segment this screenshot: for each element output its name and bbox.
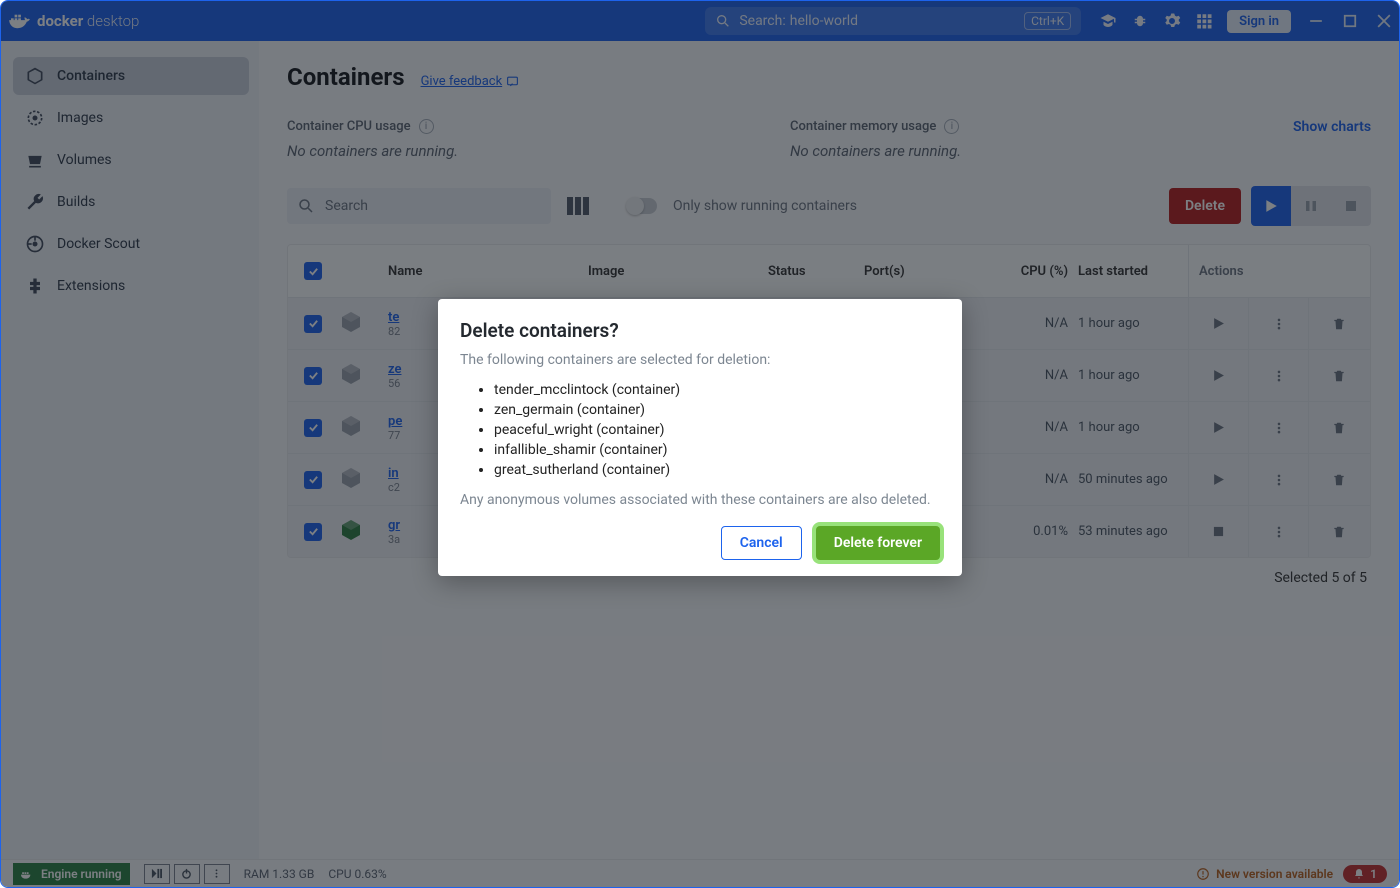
- modal-list-item: infallible_shamir (container): [494, 440, 940, 460]
- delete-forever-button[interactable]: Delete forever: [816, 526, 940, 560]
- modal-overlay[interactable]: Delete containers? The following contain…: [1, 1, 1399, 887]
- cancel-button[interactable]: Cancel: [721, 526, 802, 560]
- modal-title: Delete containers?: [460, 319, 940, 342]
- modal-list-item: peaceful_wright (container): [494, 420, 940, 440]
- modal-list-item: tender_mcclintock (container): [494, 380, 940, 400]
- modal-list-item: great_sutherland (container): [494, 460, 940, 480]
- modal-subtitle: The following containers are selected fo…: [460, 352, 940, 368]
- delete-confirm-dialog: Delete containers? The following contain…: [438, 299, 962, 576]
- modal-footer-text: Any anonymous volumes associated with th…: [460, 492, 940, 508]
- modal-container-list: tender_mcclintock (container)zen_germain…: [494, 380, 940, 480]
- modal-list-item: zen_germain (container): [494, 400, 940, 420]
